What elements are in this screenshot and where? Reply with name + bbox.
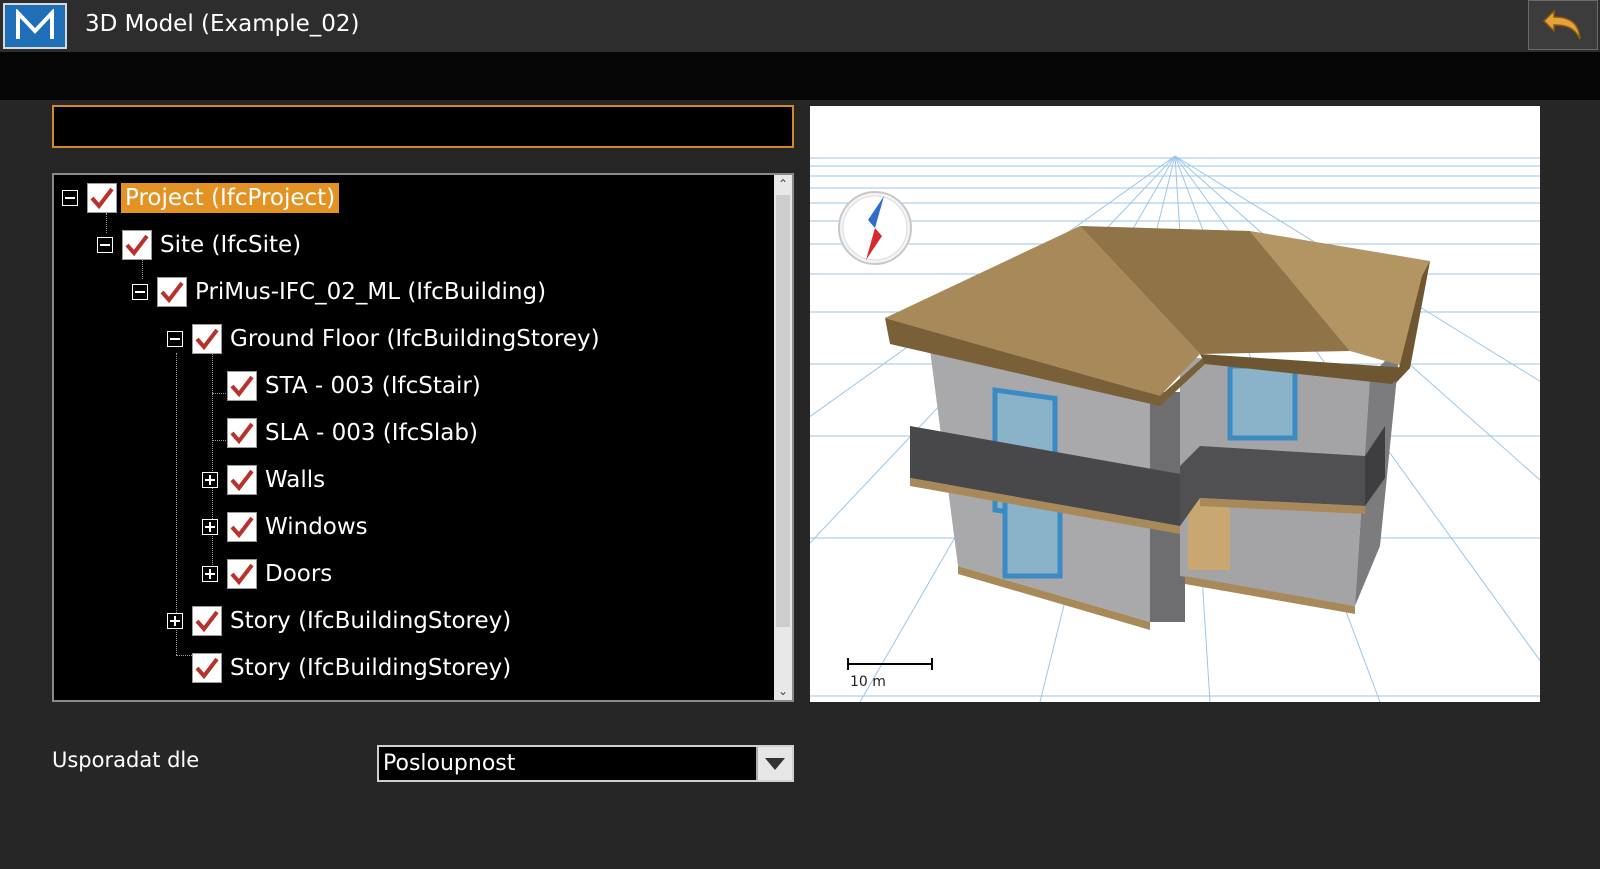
tree-node-ground-floor[interactable]: Ground Floor (IfcBuildingStorey) <box>167 319 604 359</box>
sort-select[interactable]: Posloupnost <box>377 745 794 782</box>
back-button[interactable] <box>1528 0 1598 50</box>
tree-node-label: Ground Floor (IfcBuildingStorey) <box>230 326 600 352</box>
tree-node-label: SLA - 003 (IfcSlab) <box>265 420 478 446</box>
checkbox-checked-icon[interactable] <box>227 418 257 448</box>
title-bar: 3D Model (Example_02) <box>0 0 1600 53</box>
tree-node-label: Walls <box>265 467 326 493</box>
scroll-up-icon[interactable]: ⌃ <box>774 175 792 193</box>
window-title: 3D Model (Example_02) <box>85 11 360 37</box>
expand-icon[interactable] <box>202 519 218 535</box>
checkbox-checked-icon[interactable] <box>227 512 257 542</box>
tree-node-label: STA - 003 (IfcStair) <box>265 373 481 399</box>
tree-node-stair[interactable]: STA - 003 (IfcStair) <box>227 366 485 406</box>
tree-node-label: Story (IfcBuildingStorey) <box>230 608 512 634</box>
tree-node-site[interactable]: Site (IfcSite) <box>97 225 305 265</box>
tree-node-label: Project (IfcProject) <box>121 183 340 213</box>
search-input[interactable] <box>52 105 794 148</box>
m-logo-icon <box>16 9 54 39</box>
expand-icon[interactable] <box>202 472 218 488</box>
tree-node-story-2[interactable]: Story (IfcBuildingStorey) <box>192 648 515 688</box>
scale-bar <box>847 658 933 670</box>
tree-connector <box>212 440 226 441</box>
tree-node-project[interactable]: Project (IfcProject) <box>62 178 340 218</box>
undo-arrow-icon <box>1542 9 1581 40</box>
scroll-down-icon[interactable]: ⌄ <box>774 682 792 700</box>
expand-icon[interactable] <box>167 613 183 629</box>
dropdown-arrow-icon[interactable] <box>756 747 792 780</box>
checkbox-checked-icon[interactable] <box>157 277 187 307</box>
tree-node-label: Windows <box>265 514 368 540</box>
compass-icon[interactable] <box>838 191 912 265</box>
3d-model-viewer[interactable]: 10 m <box>810 106 1540 702</box>
ifc-tree-view[interactable]: Project (IfcProject) Site (IfcSite) PriM… <box>52 173 794 702</box>
tree-scrollbar[interactable]: ⌃ ⌄ <box>774 175 792 700</box>
collapse-icon[interactable] <box>167 331 183 347</box>
collapse-icon[interactable] <box>62 190 78 206</box>
tree-node-story-1[interactable]: Story (IfcBuildingStorey) <box>167 601 515 641</box>
checkbox-checked-icon[interactable] <box>227 371 257 401</box>
tree-node-slab[interactable]: SLA - 003 (IfcSlab) <box>227 413 482 453</box>
checkbox-checked-icon[interactable] <box>227 559 257 589</box>
collapse-icon[interactable] <box>132 284 148 300</box>
checkbox-checked-icon[interactable] <box>192 606 222 636</box>
3d-scene <box>810 155 1540 702</box>
header-spacer <box>0 52 1600 100</box>
scroll-thumb[interactable] <box>776 195 790 627</box>
tree-node-doors[interactable]: Doors <box>202 554 336 594</box>
checkbox-checked-icon[interactable] <box>122 230 152 260</box>
scale-bar-label: 10 m <box>850 674 886 690</box>
tree-node-label: Doors <box>265 561 333 587</box>
collapse-icon[interactable] <box>97 237 113 253</box>
tree-node-label: Site (IfcSite) <box>160 232 302 258</box>
tree-node-label: PriMus-IFC_02_ML (IfcBuilding) <box>195 279 547 305</box>
sort-label: Usporadat dle <box>52 748 200 772</box>
checkbox-checked-icon[interactable] <box>87 183 117 213</box>
tree-connector <box>212 393 226 394</box>
checkbox-checked-icon[interactable] <box>227 465 257 495</box>
expand-icon[interactable] <box>202 566 218 582</box>
tree-node-windows[interactable]: Windows <box>202 507 372 547</box>
sort-select-value: Posloupnost <box>383 751 516 776</box>
tree-node-label: Story (IfcBuildingStorey) <box>230 655 512 681</box>
tree-node-walls[interactable]: Walls <box>202 460 329 500</box>
app-logo-button[interactable] <box>3 3 67 49</box>
tree-node-building[interactable]: PriMus-IFC_02_ML (IfcBuilding) <box>132 272 550 312</box>
checkbox-checked-icon[interactable] <box>192 324 222 354</box>
checkbox-checked-icon[interactable] <box>192 653 222 683</box>
house-model <box>885 226 1430 630</box>
